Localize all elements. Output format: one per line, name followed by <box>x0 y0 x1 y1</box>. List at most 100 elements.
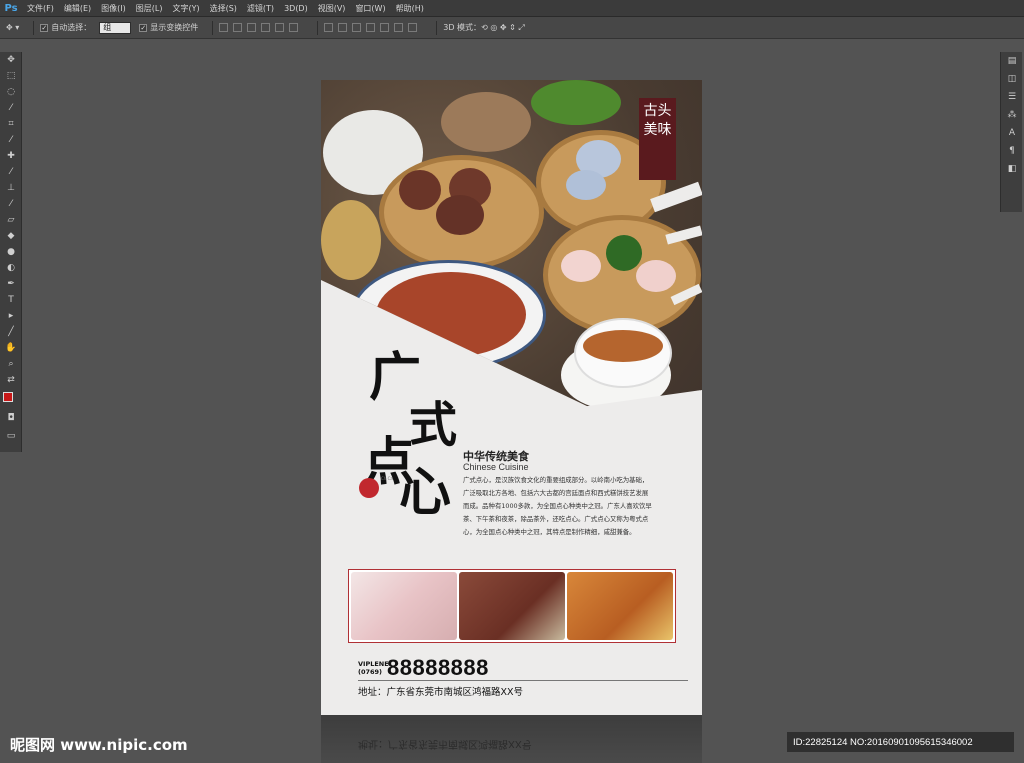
red-seal-stamp <box>359 478 379 498</box>
scale-3d-icon[interactable]: ⤢ <box>518 23 524 33</box>
lasso-tool-icon[interactable]: ◌ <box>0 84 22 100</box>
document-canvas[interactable]: 古头美味 广 式 点 心 Ch Ca 中华传统美食 Chinese Cuisin… <box>321 80 702 715</box>
menu-image[interactable]: 图像(I) <box>96 3 131 14</box>
options-separator <box>317 20 319 35</box>
swap-colors-icon[interactable]: ⇄ <box>0 372 22 388</box>
roll-3d-icon[interactable]: ◎ <box>490 23 497 32</box>
subtitle-english: Chinese Cuisine <box>463 462 529 472</box>
distribute-right-icon[interactable] <box>394 23 404 32</box>
menu-edit[interactable]: 编辑(E) <box>59 3 96 14</box>
menu-layer[interactable]: 图层(L) <box>131 3 168 14</box>
options-separator <box>33 20 35 35</box>
auto-select-toggle[interactable]: ✓ 自动选择： <box>40 22 91 33</box>
photoshop-logo: Ps <box>4 2 18 14</box>
paint-bucket-tool-icon[interactable]: ◆ <box>0 228 22 244</box>
clone-stamp-tool-icon[interactable]: ⊥ <box>0 180 22 196</box>
menu-file[interactable]: 文件(F) <box>22 3 59 14</box>
photo-strip <box>348 569 676 643</box>
paragraph-panel-icon[interactable]: ¶ <box>1001 142 1023 160</box>
zoom-tool-icon[interactable]: ⌕ <box>0 356 22 372</box>
align-left-icon[interactable] <box>261 23 271 32</box>
menu-filter[interactable]: 滤镜(T) <box>242 3 279 14</box>
greens-image <box>531 80 621 125</box>
quick-mask-icon[interactable]: ◘ <box>0 410 22 426</box>
align-right-icon[interactable] <box>289 23 299 32</box>
stamp-caption: Ch Ca <box>381 476 393 481</box>
brush-tool-icon[interactable]: ⁄ <box>0 164 22 180</box>
auto-align-icon[interactable] <box>408 23 418 32</box>
distribute-vcenter-icon[interactable] <box>338 23 348 32</box>
options-separator <box>212 20 214 35</box>
character-panel-icon[interactable]: A <box>1001 124 1023 142</box>
auto-select-dropdown[interactable]: 组 <box>99 21 132 34</box>
align-vcenter-icon[interactable] <box>233 23 243 32</box>
distribute-top-icon[interactable] <box>324 23 334 32</box>
menu-view[interactable]: 视图(V) <box>313 3 351 14</box>
phone-number: 88888888 <box>387 655 489 680</box>
mode-3d-controls: 3D 模式： ⟲ ◎ ✥ ⇕ ⤢ <box>443 22 524 33</box>
distribute-controls <box>324 23 422 32</box>
move-tool-icon[interactable]: ✥ <box>0 52 22 68</box>
menu-window[interactable]: 窗口(W) <box>350 3 390 14</box>
tea-liquid <box>583 330 663 362</box>
braised-beef-thumb <box>459 572 565 640</box>
menu-help[interactable]: 帮助(H) <box>391 3 429 14</box>
mode-3d-label: 3D 模式： <box>443 23 482 32</box>
show-transform-checkbox[interactable]: ✓ <box>139 23 148 32</box>
orbit-3d-icon[interactable]: ⟲ <box>481 23 488 32</box>
menu-3d[interactable]: 3D(D) <box>279 4 313 13</box>
options-bar: ✥ ▾ ✓ 自动选择： 组 ✓ 显示变换控件 3D 模式： ⟲ ◎ ✥ ⇕ ⤢ <box>0 17 1024 39</box>
history-brush-tool-icon[interactable]: ⁄ <box>0 196 22 212</box>
marquee-tool-icon[interactable]: ⬚ <box>0 68 22 84</box>
distribute-bottom-icon[interactable] <box>352 23 362 32</box>
dumpling-image <box>561 250 601 282</box>
options-separator <box>436 20 438 35</box>
chicken-feet-thumb <box>567 572 673 640</box>
bun-image <box>566 170 606 200</box>
distribute-left-icon[interactable] <box>366 23 376 32</box>
pan-3d-icon[interactable]: ✥ <box>500 23 507 32</box>
shrimp-dumpling-thumb <box>351 572 457 640</box>
adjustments-panel-icon[interactable]: ☰ <box>1001 88 1023 106</box>
align-top-icon[interactable] <box>219 23 229 32</box>
description-text: 广式点心，是汉族饮食文化的重要组成部分。以岭南小吃为基础，广泛吸取北方各地、包括… <box>463 476 652 536</box>
quick-select-tool-icon[interactable]: ⁄ <box>0 100 22 116</box>
auto-select-value[interactable]: 组 <box>99 21 132 34</box>
pen-tool-icon[interactable]: ✒ <box>0 276 22 292</box>
healing-brush-tool-icon[interactable]: ✚ <box>0 148 22 164</box>
align-controls <box>219 23 303 32</box>
layers-panel-icon[interactable]: ◧ <box>1001 160 1023 178</box>
image-id-bar: ID:22825124 NO:20160901095615346002 <box>787 732 1014 752</box>
meatball-image <box>436 195 484 235</box>
crop-tool-icon[interactable]: ⌗ <box>0 116 22 132</box>
auto-select-checkbox[interactable]: ✓ <box>40 23 49 32</box>
distribute-hcenter-icon[interactable] <box>380 23 390 32</box>
menu-type[interactable]: 文字(Y) <box>167 3 204 14</box>
dodge-tool-icon[interactable]: ◐ <box>0 260 22 276</box>
hand-tool-icon[interactable]: ✋ <box>0 340 22 356</box>
path-select-tool-icon[interactable]: ▸ <box>0 308 22 324</box>
align-hcenter-icon[interactable] <box>275 23 285 32</box>
seal-label: 古头美味 <box>639 98 676 180</box>
eyedropper-tool-icon[interactable]: ⁄ <box>0 132 22 148</box>
foreground-color-swatch[interactable] <box>3 392 13 402</box>
menu-select[interactable]: 选择(S) <box>205 3 242 14</box>
menu-bar: Ps 文件(F) 编辑(E) 图像(I) 图层(L) 文字(Y) 选择(S) 滤… <box>0 0 1024 17</box>
eraser-tool-icon[interactable]: ▱ <box>0 212 22 228</box>
dumpling-image <box>636 260 676 292</box>
history-panel-icon[interactable]: ▤ <box>1001 52 1023 70</box>
address-text: 地址：广东省东莞市南城区鸿福路XX号 <box>358 687 524 698</box>
show-transform-toggle[interactable]: ✓ 显示变换控件 <box>139 22 198 33</box>
slide-3d-icon[interactable]: ⇕ <box>509 23 516 32</box>
line-tool-icon[interactable]: ╱ <box>0 324 22 340</box>
type-tool-icon[interactable]: T <box>0 292 22 308</box>
properties-panel-icon[interactable]: ◫ <box>1001 70 1023 88</box>
divider <box>358 680 688 681</box>
meatball-image <box>399 170 441 210</box>
blur-tool-icon[interactable]: ● <box>0 244 22 260</box>
auto-select-label: 自动选择： <box>51 23 92 32</box>
brush-panel-icon[interactable]: ⁂ <box>1001 106 1023 124</box>
align-bottom-icon[interactable] <box>247 23 257 32</box>
move-tool-preset[interactable]: ✥ ▾ <box>6 23 19 32</box>
screen-mode-icon[interactable]: ▭ <box>0 428 22 444</box>
